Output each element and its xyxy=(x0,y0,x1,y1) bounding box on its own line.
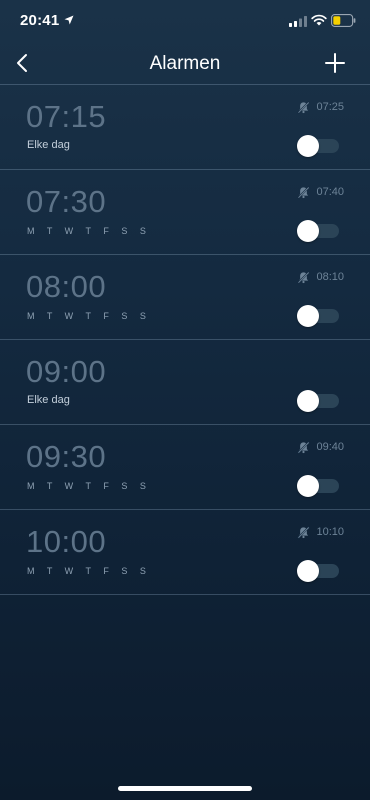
snooze-bell-icon xyxy=(297,440,311,454)
wifi-icon xyxy=(311,14,327,26)
alarm-row[interactable]: 10:00 M T W T F S S 10:10 xyxy=(0,510,370,595)
add-alarm-button[interactable] xyxy=(320,48,350,78)
plus-icon xyxy=(325,53,345,73)
status-time: 20:41 xyxy=(20,12,60,29)
alarm-row[interactable]: 09:00 Elke dag xyxy=(0,340,370,425)
snooze-info: 07:40 xyxy=(297,184,344,200)
alarm-time: 09:30 xyxy=(26,439,107,474)
snooze-time: 07:25 xyxy=(316,101,344,113)
alarm-time: 08:00 xyxy=(26,269,107,304)
alarm-row[interactable]: 07:30 M T W T F S S 07:40 xyxy=(0,170,370,255)
alarms-screen: 20:41 Alarmen 07:15 Elke dag 07:25 07:30… xyxy=(0,0,370,800)
snooze-info: 09:40 xyxy=(297,439,344,455)
alarm-time: 09:00 xyxy=(26,354,107,389)
snooze-bell-icon xyxy=(297,270,311,284)
toggle-knob xyxy=(297,475,319,497)
alarm-toggle[interactable] xyxy=(297,220,339,242)
home-indicator xyxy=(118,786,252,791)
alarm-days: M T W T F S S xyxy=(27,566,151,576)
page-title: Alarmen xyxy=(149,53,221,74)
snooze-bell-icon xyxy=(297,185,311,199)
snooze-info: 08:10 xyxy=(297,269,344,285)
alarm-toggle[interactable] xyxy=(297,560,339,582)
alarm-list: 07:15 Elke dag 07:25 07:30 M T W T F S S xyxy=(0,84,370,595)
location-arrow-icon xyxy=(64,15,74,25)
alarm-row[interactable]: 09:30 M T W T F S S 09:40 xyxy=(0,425,370,510)
header: Alarmen xyxy=(0,44,370,84)
toggle-knob xyxy=(297,560,319,582)
alarm-row[interactable]: 08:00 M T W T F S S 08:10 xyxy=(0,255,370,340)
alarm-toggle[interactable] xyxy=(297,390,339,412)
snooze-time: 07:40 xyxy=(316,186,344,198)
toggle-knob xyxy=(297,305,319,327)
snooze-bell-icon xyxy=(297,525,311,539)
alarm-days: M T W T F S S xyxy=(27,481,151,491)
alarm-time: 07:15 xyxy=(26,99,107,134)
toggle-knob xyxy=(297,135,319,157)
snooze-time: 08:10 xyxy=(316,271,344,283)
snooze-bell-icon xyxy=(297,100,311,114)
alarm-toggle[interactable] xyxy=(297,305,339,327)
alarm-toggle[interactable] xyxy=(297,135,339,157)
snooze-time: 10:10 xyxy=(316,526,344,538)
alarm-time: 07:30 xyxy=(26,184,107,219)
toggle-knob xyxy=(297,220,319,242)
alarm-days: M T W T F S S xyxy=(27,226,151,236)
alarm-repeat-label: Elke dag xyxy=(27,139,70,151)
status-bar: 20:41 xyxy=(0,0,370,44)
snooze-time: 09:40 xyxy=(316,441,344,453)
cellular-signal-icon xyxy=(289,16,307,27)
alarm-days: M T W T F S S xyxy=(27,311,151,321)
alarm-row[interactable]: 07:15 Elke dag 07:25 xyxy=(0,85,370,170)
alarm-time: 10:00 xyxy=(26,524,107,559)
battery-low-icon xyxy=(331,14,356,27)
snooze-info: 07:25 xyxy=(297,99,344,115)
alarm-repeat-label: Elke dag xyxy=(27,394,70,406)
toggle-knob xyxy=(297,390,319,412)
alarm-toggle[interactable] xyxy=(297,475,339,497)
snooze-info: 10:10 xyxy=(297,524,344,540)
